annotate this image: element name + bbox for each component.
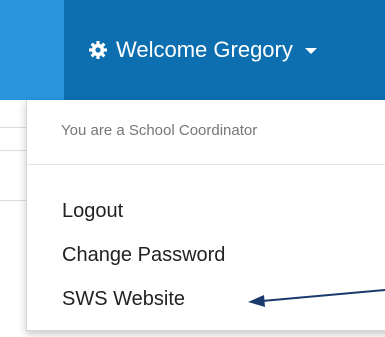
background-divider bbox=[0, 150, 26, 151]
background-divider bbox=[0, 200, 26, 201]
background-divider bbox=[0, 127, 26, 128]
logout-link[interactable]: Logout bbox=[62, 200, 123, 223]
sws-website-link[interactable]: SWS Website bbox=[62, 288, 185, 311]
navbar-left-block bbox=[0, 0, 64, 100]
app-stage: Welcome Gregory You are a School Coordin… bbox=[0, 0, 385, 337]
background-page-strip bbox=[0, 100, 26, 337]
role-header: You are a School Coordinator bbox=[61, 122, 258, 139]
welcome-dropdown-toggle[interactable]: Welcome Gregory bbox=[88, 36, 317, 64]
top-navbar: Welcome Gregory bbox=[0, 0, 385, 100]
welcome-label: Welcome Gregory bbox=[116, 37, 293, 62]
gear-icon bbox=[89, 41, 107, 59]
user-dropdown-menu: You are a School Coordinator Logout Chan… bbox=[26, 100, 385, 331]
menu-divider bbox=[27, 164, 385, 165]
caret-down-icon bbox=[304, 48, 317, 54]
change-password-link[interactable]: Change Password bbox=[62, 244, 225, 267]
